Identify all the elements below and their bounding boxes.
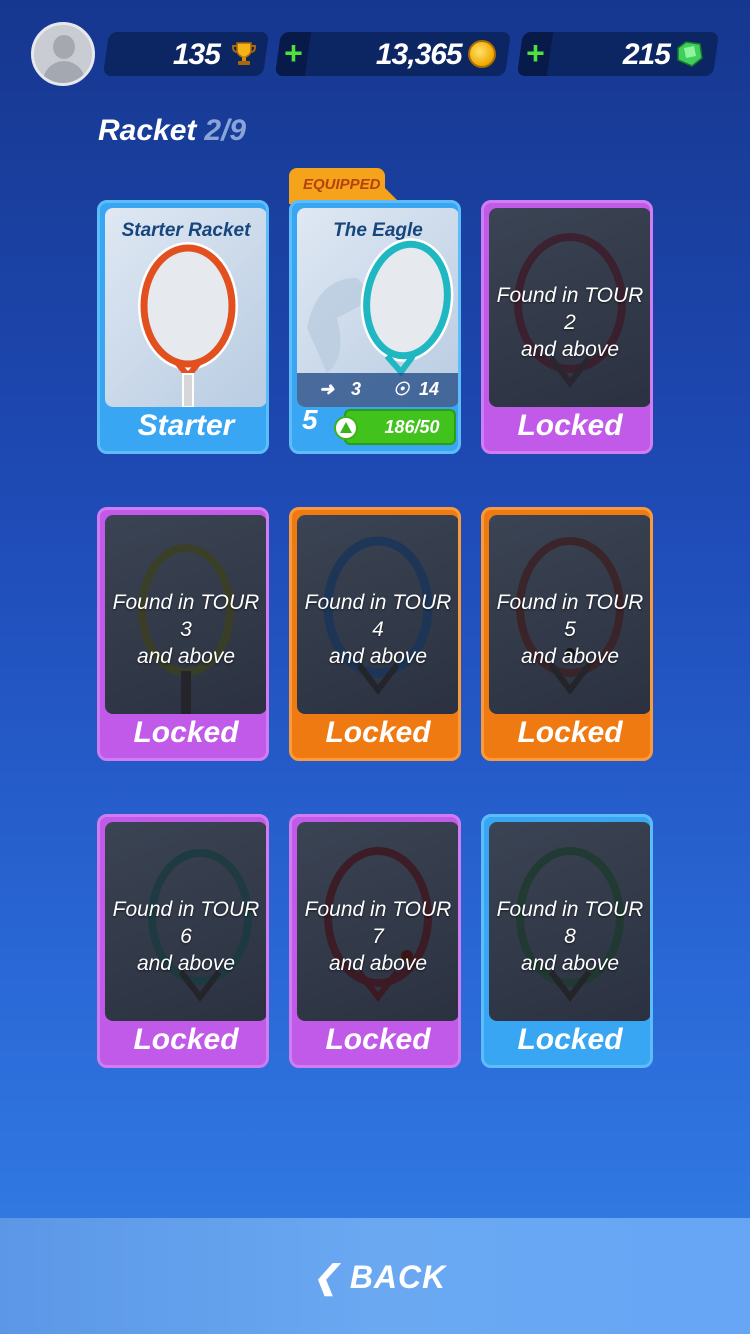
racket-card-locked[interactable]: Found in TOUR 7 and above Locked [289,814,461,1068]
add-coins-button[interactable]: + [274,32,312,76]
racket-art: Found in TOUR 7 and above [297,822,458,1021]
unlock-hint: Found in TOUR 6 and above [105,896,266,977]
unlock-hint-line1: Found in TOUR 5 [496,591,644,641]
coin-count: 13,365 [376,38,462,71]
racket-card-locked[interactable]: Found in TOUR 6 and above Locked [97,814,269,1068]
section-title: Racket 2/9 [98,114,246,148]
unlock-hint: Found in TOUR 4 and above [297,589,458,670]
unlock-hint-line1: Found in TOUR 8 [496,898,644,948]
gem-counter: + 215 [516,32,720,76]
card-footer-label: Locked [133,716,239,749]
racket-art: Found in TOUR 2 and above [489,208,650,407]
power-icon: ☉ [393,379,410,399]
racket-card-locked[interactable]: Found in TOUR 8 and above Locked [481,814,653,1068]
speed-icon: ➜ [319,379,335,399]
unlock-hint-line2: and above [520,645,620,668]
card-footer-label: Locked [517,409,623,442]
racket-card-locked[interactable]: Found in TOUR 5 and above Locked [481,507,653,761]
card-footer-label: Locked [517,716,623,749]
unlock-hint: Found in TOUR 2 and above [489,282,650,363]
back-label: BACK [349,1259,447,1295]
racket-icon [138,242,238,407]
racket-art: The Eagle ➜ 3 ☉ 14 [297,208,458,407]
racket-art: Found in TOUR 8 and above [489,822,650,1021]
power-stat: 14 [419,379,440,399]
equipped-tag: EQUIPPED [289,168,401,204]
gem-icon [677,41,703,67]
racket-art: Found in TOUR 6 and above [105,822,266,1021]
add-gems-button[interactable]: + [516,32,554,76]
racket-art: Found in TOUR 5 and above [489,515,650,714]
unlock-hint-line1: Found in TOUR 3 [112,591,260,641]
unlock-hint: Found in TOUR 8 and above [489,896,650,977]
unlock-hint-line1: Found in TOUR 2 [496,284,644,334]
card-footer-label: Locked [133,1023,239,1056]
racket-art: Found in TOUR 3 and above [105,515,266,714]
card-footer-label: Starter [137,409,235,442]
unlock-hint-line2: and above [520,338,620,361]
unlock-hint-line2: and above [328,952,428,975]
coin-icon [468,40,496,68]
unlock-hint-line2: and above [136,645,236,668]
unlock-hint: Found in TOUR 3 and above [105,589,266,670]
card-footer-label: Locked [325,716,431,749]
speed-stat: 3 [351,379,362,399]
racket-art: Found in TOUR 4 and above [297,515,458,714]
plus-icon: + [283,35,303,71]
plus-icon: + [525,35,545,71]
unlock-hint-line2: and above [328,645,428,668]
top-bar: 135 + 13,365 + 215 [0,0,750,100]
unlock-hint-line1: Found in TOUR 6 [112,898,260,948]
card-footer-label: Locked [517,1023,623,1056]
unlock-hint-line2: and above [520,952,620,975]
racket-art: Starter Racket [105,208,266,407]
coin-counter: + 13,365 [274,32,512,76]
section-count: 2/9 [204,114,247,147]
gem-count: 215 [622,38,670,71]
trophy-icon [232,42,256,65]
unlock-hint-line1: Found in TOUR 4 [304,591,452,641]
racket-level: 5 [302,404,318,435]
racket-card-locked[interactable]: Found in TOUR 2 and above Locked [481,200,653,454]
upgrade-arrow-icon [334,416,358,440]
trophy-count: 135 [172,38,220,71]
unlock-hint-line2: and above [136,952,236,975]
chevron-left-icon: ❮ [312,1259,340,1295]
avatar-icon[interactable] [31,22,95,86]
trophy-counter: 135 [102,32,270,76]
racket-card-locked[interactable]: Found in TOUR 3 and above Locked [97,507,269,761]
unlock-hint: Found in TOUR 5 and above [489,589,650,670]
upgrade-progress[interactable]: 186/50 [334,409,456,445]
back-button[interactable]: ❮ BACK [312,1258,446,1298]
racket-card-eagle[interactable]: The Eagle ➜ 3 ☉ 14 5 186/50 [289,200,461,454]
section-title-label: Racket [98,114,197,147]
card-footer-label: Locked [325,1023,431,1056]
progress-text: 186/50 [384,417,440,437]
unlock-hint-line1: Found in TOUR 7 [304,898,452,948]
unlock-hint: Found in TOUR 7 and above [297,896,458,977]
card-footer: 5 186/50 [292,401,458,451]
racket-card-starter[interactable]: Starter Racket Starter [97,200,269,454]
racket-card-locked[interactable]: Found in TOUR 4 and above Locked [289,507,461,761]
